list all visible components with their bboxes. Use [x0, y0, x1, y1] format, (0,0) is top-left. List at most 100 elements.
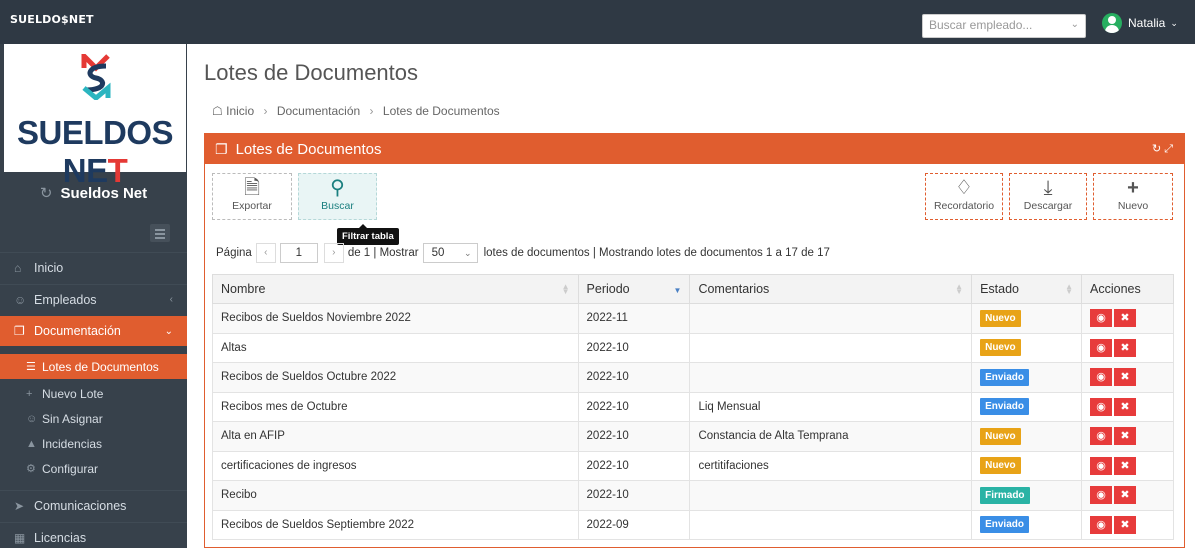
view-icon[interactable]: ◉: [1090, 515, 1113, 534]
breadcrumb-item[interactable]: Lotes de Documentos: [383, 104, 500, 118]
cell-comentarios: Liq Mensual: [689, 391, 973, 422]
search-button[interactable]: ⚲ Buscar: [298, 173, 377, 220]
cell-estado: Nuevo: [971, 303, 1083, 334]
brand-small-logo[interactable]: SUELDO$NET: [10, 13, 94, 26]
delete-icon[interactable]: ✖: [1114, 368, 1137, 387]
sidebar-item-comunicaciones[interactable]: ➤ Comunicaciones: [0, 490, 187, 520]
bell-icon: ♢: [955, 177, 973, 199]
user-menu[interactable]: Natalia ⌄: [1102, 13, 1178, 33]
cell-comentarios: [689, 362, 973, 393]
page-of-text: de 1 | Mostrar: [347, 247, 419, 259]
next-page-button[interactable]: ›: [323, 243, 344, 263]
pager-summary: lotes de documentos | Mostrando lotes de…: [483, 247, 830, 259]
column-header-nombre[interactable]: Nombre ▲ ▼: [212, 274, 579, 304]
company-logo[interactable]: SUELDOS NET: [4, 44, 186, 189]
sidebar-item-inicio[interactable]: ⌂ Inicio: [0, 252, 187, 282]
chevron-down-icon: ⌄: [1070, 19, 1079, 30]
page-size-select[interactable]: 50 ⌄: [422, 243, 478, 263]
refresh-icon[interactable]: ↻: [1152, 143, 1164, 155]
table-row[interactable]: Recibos de Sueldos Octubre 2022 2022-10 En…: [212, 362, 1174, 393]
cell-periodo: 2022-10: [577, 450, 691, 481]
plus-icon: +: [1127, 177, 1139, 199]
sidebar-subitem-lotes[interactable]: ☰ Lotes de Documentos: [0, 354, 187, 379]
column-header-comentarios[interactable]: Comentarios ▲ ▼: [689, 274, 973, 304]
table-row[interactable]: Alta en AFIP 2022-10 Constancia de Alta Te…: [212, 421, 1174, 452]
download-button[interactable]: ⤓ Descargar: [1009, 173, 1087, 220]
view-icon[interactable]: ◉: [1090, 309, 1113, 328]
delete-icon[interactable]: ✖: [1114, 456, 1137, 475]
sidebar-toggle-button[interactable]: [150, 224, 170, 242]
sidebar-item-licencias[interactable]: ▦ Licencias: [0, 522, 187, 548]
sidebar-subitem-incidencias[interactable]: ▲ Incidencias: [0, 431, 187, 456]
sidebar-subitem-configurar[interactable]: ⚙ Configurar: [0, 456, 187, 481]
breadcrumb-separator: ›: [263, 104, 268, 118]
sort-desc-icon: ▼: [673, 286, 682, 295]
sort-icon: ▲ ▼: [955, 282, 964, 296]
delete-icon[interactable]: ✖: [1114, 338, 1137, 357]
export-button[interactable]: 🗎 Exportar: [212, 173, 292, 220]
cell-estado: Enviado: [971, 509, 1083, 540]
expand-icon[interactable]: ⤢: [1164, 143, 1176, 155]
sidebar-item-label: Licencias: [34, 530, 87, 545]
cell-periodo: 2022-10: [577, 391, 691, 422]
table-row[interactable]: certificaciones de ingresos 2022-10 certit…: [212, 450, 1174, 481]
sidebar-subitem-nuevo-lote[interactable]: + Nuevo Lote: [0, 381, 187, 406]
new-button[interactable]: + Nuevo: [1093, 173, 1173, 220]
view-icon[interactable]: ◉: [1090, 397, 1113, 416]
delete-icon[interactable]: ✖: [1114, 427, 1137, 446]
search-icon: ⚲: [330, 177, 345, 199]
sidebar: SUELDOS NET ↻ Sueldos Net ⌂ Inicio ☺ Empl…: [0, 44, 187, 548]
sidebar-item-label: Empleados: [34, 292, 97, 307]
table-row[interactable]: Recibos de Sueldos Noviembre 2022 2022-11…: [212, 303, 1174, 334]
gears-icon: ⚙: [26, 463, 36, 475]
column-header-periodo[interactable]: Periodo ▼: [577, 274, 691, 304]
status-badge: Nuevo: [980, 309, 1021, 327]
sidebar-item-label: Documentación: [34, 324, 121, 338]
delete-icon[interactable]: ✖: [1114, 397, 1137, 416]
cell-periodo: 2022-11: [577, 303, 691, 334]
sidebar-item-label: Comunicaciones: [34, 498, 127, 513]
page-number-input[interactable]: 1: [279, 243, 318, 263]
cell-estado: Enviado: [971, 362, 1083, 393]
view-icon[interactable]: ◉: [1090, 486, 1113, 505]
employee-search-select[interactable]: Buscar empleado... ⌄: [922, 14, 1086, 38]
panel-header: ❐ Lotes de Documentos ↻⤢: [205, 134, 1184, 164]
table-row[interactable]: Recibo 2022-10 Firmado ◉ ✖: [212, 480, 1174, 511]
view-icon[interactable]: ◉: [1090, 368, 1113, 387]
cell-nombre: Altas: [212, 332, 579, 363]
table-row[interactable]: Recibos mes de Octubre 2022-10 Liq Mensual…: [212, 391, 1174, 422]
cell-estado: Nuevo: [971, 332, 1083, 363]
pagination-bar: Página ‹ 1 › de 1 | Mostrar 50 ⌄ lotes d…: [216, 243, 830, 263]
view-icon[interactable]: ◉: [1090, 338, 1113, 357]
sidebar-item-empleados[interactable]: ☺ Empleados ‹: [0, 284, 187, 314]
chevron-left-icon: ‹: [169, 294, 173, 305]
view-icon[interactable]: ◉: [1090, 456, 1113, 475]
sidebar-item-documentacion[interactable]: ❐ Documentación ⌄: [0, 316, 187, 346]
sidebar-subitem-sin-asignar[interactable]: ☺ Sin Asignar: [0, 406, 187, 431]
delete-icon[interactable]: ✖: [1114, 486, 1137, 505]
breadcrumb-item[interactable]: Inicio: [226, 104, 254, 118]
top-navbar: SUELDO$NET Buscar empleado... ⌄ Natalia …: [0, 0, 1195, 44]
chevron-down-icon: ⌄: [1170, 17, 1178, 28]
documents-icon: ❐: [215, 140, 228, 157]
table-row[interactable]: Altas 2022-10 Nuevo ◉ ✖: [212, 332, 1174, 363]
column-header-acciones: Acciones: [1081, 274, 1174, 304]
avatar: [1102, 13, 1122, 33]
cell-nombre: Recibo: [212, 480, 579, 511]
delete-icon[interactable]: ✖: [1114, 309, 1137, 328]
download-label: Descargar: [1023, 200, 1073, 212]
sidebar-title: ↻ Sueldos Net: [39, 185, 148, 202]
breadcrumb-item[interactable]: Documentación: [277, 104, 360, 118]
download-icon: ⤓: [1043, 177, 1053, 199]
column-header-estado[interactable]: Estado ▲ ▼: [971, 274, 1083, 304]
cell-nombre: Alta en AFIP: [212, 421, 579, 452]
home-icon: ⌂: [14, 260, 22, 275]
cell-nombre: Recibos mes de Octubre: [212, 391, 579, 422]
cell-comentarios: certitifaciones: [689, 450, 973, 481]
view-icon[interactable]: ◉: [1090, 427, 1113, 446]
delete-icon[interactable]: ✖: [1114, 515, 1137, 534]
cell-acciones: ◉ ✖: [1081, 391, 1174, 422]
reminder-button[interactable]: ♢ Recordatorio: [925, 173, 1003, 220]
table-row[interactable]: Recibos de Sueldos Septiembre 2022 2022-0…: [212, 509, 1174, 540]
prev-page-button[interactable]: ‹: [255, 243, 276, 263]
